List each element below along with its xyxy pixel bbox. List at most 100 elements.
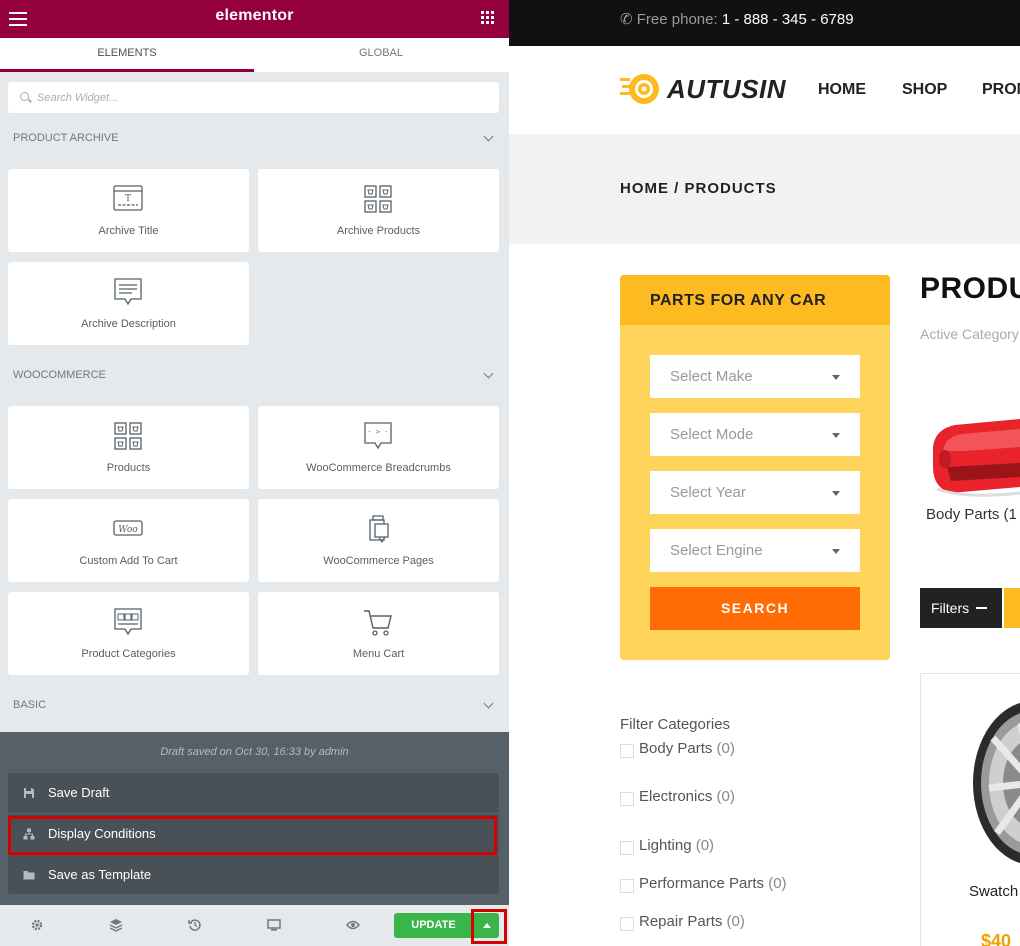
breadcrumbs-icon: - > - [364,422,392,450]
sort-button[interactable] [1004,588,1020,628]
phone-label: Free phone: [636,11,718,28]
tab-global[interactable]: GLOBAL [254,38,508,72]
widget-label: Archive Description [81,318,176,330]
chevron-down-icon[interactable] [483,698,494,709]
draft-saved-note: Draft saved on Oct 30, 16:33 by admin [160,746,349,758]
parts-finder-title: PARTS FOR ANY CAR [650,292,827,309]
phone-number[interactable]: 1 - 888 - 345 - 6789 [722,11,854,28]
filter-count: (0) [716,740,735,757]
widget-label: Custom Add To Cart [79,555,178,567]
eye-icon[interactable] [346,918,360,932]
body-parts-image[interactable] [925,407,1020,497]
search-icon [20,92,29,101]
checkbox[interactable] [620,879,634,893]
widget-label: Menu Cart [352,648,405,660]
widget-product-categories[interactable]: Product Categories [8,592,249,675]
wheel-logo-icon [620,74,659,104]
floppy-disk-icon [24,788,34,798]
select-make[interactable]: Select Make [650,355,860,398]
responsive-icon[interactable] [267,918,281,932]
page-title: PRODU [920,272,1020,305]
save-options-toggle[interactable] [474,913,499,938]
widget-woocommerce-breadcrumbs[interactable]: - > - WooCommerce Breadcrumbs [258,406,499,489]
widget-menu-cart[interactable]: Menu Cart [258,592,499,675]
phone-icon: ✆ [620,11,633,28]
products-icon [114,422,142,450]
select-engine[interactable]: Select Engine [650,529,860,572]
site-logo[interactable]: AUTUSIN [667,74,786,105]
select-mode-value: Select Mode [670,426,754,443]
filters-label: Filters [931,600,970,616]
select-year[interactable]: Select Year [650,471,860,514]
checkbox[interactable] [620,792,634,806]
nav-home[interactable]: HOME [818,81,866,99]
widget-search [8,82,499,113]
gear-icon[interactable] [30,918,44,932]
widget-archive-description[interactable]: Archive Description [8,262,249,345]
widgets-grid-icon[interactable] [481,11,495,25]
filter-name: Lighting [639,837,692,854]
top-bar: ✆ Free phone: 1 - 888 - 345 - 6789 [509,0,1020,46]
svg-text:Woo: Woo [118,525,138,535]
select-year-value: Select Year [670,484,746,501]
chevron-down-icon[interactable] [483,368,494,379]
widget-label: WooCommerce Breadcrumbs [306,462,451,474]
elementor-panel: elementor ELEMENTS GLOBAL PRODUCT ARCHIV… [0,0,509,946]
screen: elementor ELEMENTS GLOBAL PRODUCT ARCHIV… [0,0,1020,946]
checkbox[interactable] [620,744,634,758]
widget-label: WooCommerce Pages [323,555,434,567]
nav-promotions[interactable]: PROM [982,81,1020,99]
parts-finder-header: PARTS FOR ANY CAR [620,275,890,325]
minus-icon [976,607,987,609]
breadcrumb-separator: / [674,180,680,197]
widget-label: Products [106,462,151,474]
save-as-template-label: Save as Template [48,867,152,882]
archive-title-icon: T [113,185,143,211]
filter-name: Performance Parts [639,875,765,892]
chevron-down-icon[interactable] [483,131,494,142]
nav-shop[interactable]: SHOP [902,81,947,99]
svg-text:T: T [125,194,131,204]
widget-custom-add-to-cart[interactable]: Woo Custom Add To Cart [8,499,249,582]
breadcrumb-band: HOME / PRODUCTS [509,134,1020,244]
section-title-product-archive[interactable]: PRODUCT ARCHIVE [13,132,119,144]
category-tile-label[interactable]: Body Parts (1 [926,506,1017,523]
layers-icon[interactable] [109,918,123,932]
product-categories-icon [114,608,142,636]
archive-description-icon [114,278,142,306]
save-as-template-item[interactable]: Save as Template [8,854,499,894]
panel-header: elementor [0,0,509,38]
category-tile-name: Body Parts [926,506,1000,523]
filter-name: Repair Parts [639,913,723,930]
tab-elements[interactable]: ELEMENTS [0,38,254,72]
filters-toggle[interactable]: Filters [920,588,1002,628]
checkbox[interactable] [620,917,634,931]
category-tile-count: (1 [1003,506,1017,523]
widget-products[interactable]: Products [8,406,249,489]
section-title-basic[interactable]: BASIC [13,699,46,711]
search-widget-input[interactable] [37,82,487,113]
display-conditions-item[interactable]: Display Conditions [8,813,499,853]
section-title-woocommerce[interactable]: WOOCOMMERCE [13,369,106,381]
select-mode[interactable]: Select Mode [650,413,860,456]
widget-archive-title[interactable]: T Archive Title [8,169,249,252]
breadcrumb-home[interactable]: HOME [620,180,669,197]
svg-text:- > -: - > - [367,428,388,436]
history-icon[interactable] [188,918,202,932]
widget-archive-products[interactable]: Archive Products [258,169,499,252]
product-card[interactable]: Swatch $40 [920,673,1020,946]
woo-icon: Woo [113,520,143,536]
update-button[interactable]: UPDATE [394,913,473,938]
filter-count: (0) [695,837,715,854]
product-price: $40 [981,931,1012,946]
checkbox[interactable] [620,841,634,855]
product-title: Swatch [969,883,1019,900]
widget-label: Archive Products [336,225,421,237]
filter-name: Body Parts [639,740,713,757]
widget-woocommerce-pages[interactable]: WooCommerce Pages [258,499,499,582]
search-button[interactable]: SEARCH [650,587,860,630]
pages-icon [369,515,389,544]
save-draft-item[interactable]: Save Draft [8,773,499,813]
filter-name: Electronics [639,788,713,805]
free-phone: ✆ Free phone: 1 - 888 - 345 - 6789 [620,10,854,28]
